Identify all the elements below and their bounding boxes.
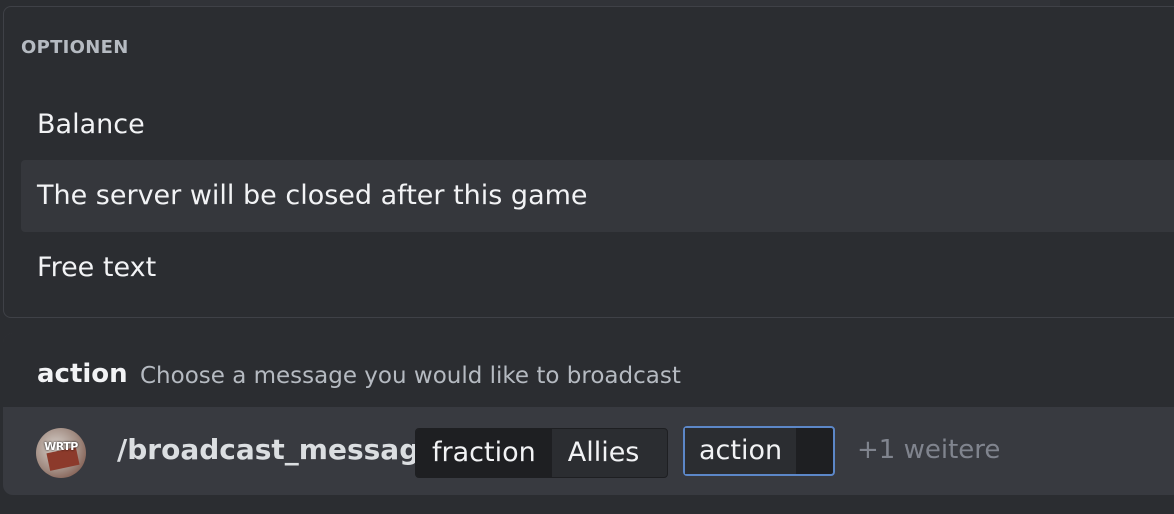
command-row: WRTP /broadcast_message fraction Allies …	[3, 407, 1174, 495]
command-name: /broadcast_message	[117, 433, 439, 466]
param-action-active[interactable]: action	[683, 426, 835, 476]
option-label: Free text	[37, 252, 157, 283]
parameter-hint: action Choose a message you would like t…	[3, 333, 1174, 407]
option-label: The server will be closed after this gam…	[37, 180, 588, 211]
bot-avatar: WRTP	[36, 428, 86, 478]
hint-param-name: action	[37, 359, 128, 389]
param-fraction[interactable]: fraction Allies	[415, 428, 668, 478]
option-item-server-closed[interactable]: The server will be closed after this gam…	[21, 160, 1174, 232]
param-value: Allies	[567, 437, 640, 468]
hint-param-description: Choose a message you would like to broad…	[140, 363, 681, 389]
option-item-free-text[interactable]: Free text	[21, 232, 1174, 304]
options-popup: OPTIONEN Balance The server will be clos…	[3, 6, 1174, 318]
param-name: fraction	[416, 429, 552, 477]
command-input-area: action Choose a message you would like t…	[3, 333, 1174, 495]
param-name: action	[685, 428, 797, 474]
options-header: OPTIONEN	[21, 37, 129, 58]
option-label: Balance	[37, 109, 145, 140]
avatar-logo-text: WRTP	[44, 440, 78, 453]
more-params-label[interactable]: +1 weitere	[857, 435, 1000, 465]
option-item-balance[interactable]: Balance	[21, 89, 1174, 161]
